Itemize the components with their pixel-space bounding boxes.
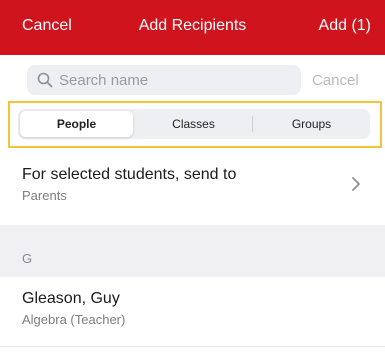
search-icon (37, 72, 53, 88)
segmented-control: People Classes Groups (18, 109, 370, 139)
recipient-detail: Algebra (Teacher) (22, 312, 126, 327)
nav-bar: Cancel Add Recipients Add (1) (0, 0, 385, 55)
segment-people[interactable]: People (20, 111, 133, 137)
search-bar: Cancel (0, 55, 385, 103)
segment-divider (252, 116, 253, 132)
chevron-right-icon (352, 177, 360, 191)
list-item[interactable]: Gleason, Guy Algebra (Teacher) (0, 277, 385, 347)
search-input[interactable] (59, 69, 289, 91)
send-to-title: For selected students, send to (22, 166, 237, 183)
segment-classes[interactable]: Classes (137, 111, 250, 137)
section-header-label: G (22, 251, 33, 266)
search-cancel-button[interactable]: Cancel (312, 72, 359, 89)
send-to-value: Parents (22, 188, 67, 203)
add-button[interactable]: Add (1) (319, 17, 371, 35)
recipient-name: Gleason, Guy (22, 290, 120, 307)
send-to-row[interactable]: For selected students, send to Parents (0, 150, 385, 225)
section-spacer (0, 225, 385, 239)
search-field-container[interactable] (27, 65, 301, 95)
section-header: G (0, 239, 385, 277)
segment-groups[interactable]: Groups (255, 111, 368, 137)
